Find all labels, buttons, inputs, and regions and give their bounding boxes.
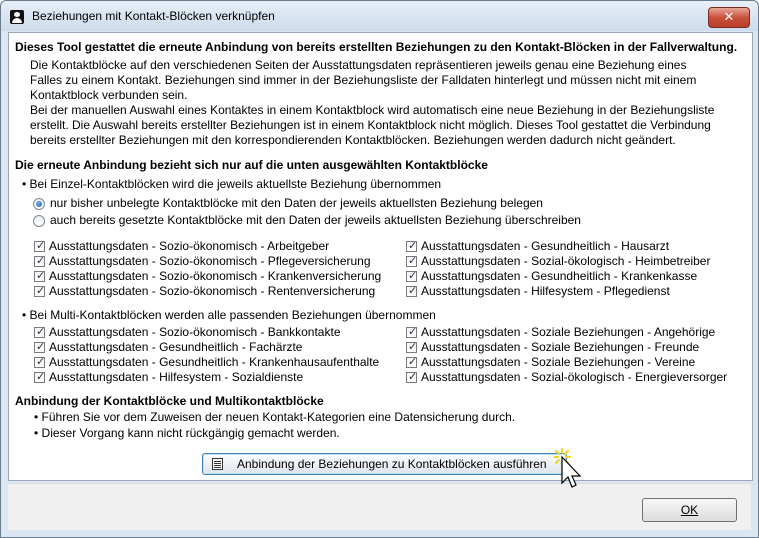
checkbox[interactable]: ✓ bbox=[406, 255, 418, 267]
checkbox-label[interactable]: Ausstattungsdaten - Soziale Beziehungen … bbox=[421, 340, 699, 354]
intro-line: bereits erstellter Beziehungen mit den k… bbox=[30, 133, 676, 147]
checkbox[interactable]: ✓ bbox=[406, 270, 418, 282]
multi-block-note: • Bei Multi-Kontaktblöcken werden alle p… bbox=[22, 308, 436, 322]
checkbox[interactable]: ✓ bbox=[406, 371, 418, 383]
mouse-pointer-icon bbox=[554, 448, 582, 488]
checkbox[interactable]: ✓ bbox=[34, 255, 46, 267]
list-icon bbox=[212, 458, 223, 470]
intro-line: Bei der manuellen Auswahl eines Kontakte… bbox=[30, 103, 715, 117]
ok-button[interactable]: OK bbox=[642, 498, 737, 522]
check-mark-icon: ✓ bbox=[408, 356, 418, 368]
checkbox-label[interactable]: Ausstattungsdaten - Hilfesystem - Sozial… bbox=[49, 370, 303, 384]
notes-item: • Dieser Vorgang kann nicht rückgängig g… bbox=[34, 426, 340, 440]
selection-heading: Die erneute Anbindung bezieht sich nur a… bbox=[15, 158, 488, 172]
check-mark-icon: ✓ bbox=[408, 371, 418, 383]
checkbox[interactable]: ✓ bbox=[406, 326, 418, 338]
checkbox[interactable]: ✓ bbox=[34, 371, 46, 383]
intro-line: Die Kontaktblöcke auf den verschiedenen … bbox=[30, 58, 687, 72]
execute-binding-button[interactable]: Anbindung der Beziehungen zu Kontaktblöc… bbox=[202, 453, 567, 475]
radio-label-overwrite[interactable]: auch bereits gesetzte Kontaktblöcke mit … bbox=[50, 213, 581, 227]
checkbox[interactable]: ✓ bbox=[34, 270, 46, 282]
checkbox-label[interactable]: Ausstattungsdaten - Sozio-ökonomisch - P… bbox=[49, 254, 371, 268]
dialog-footer: OK bbox=[8, 483, 751, 530]
check-mark-icon: ✓ bbox=[36, 255, 46, 267]
checkbox-label[interactable]: Ausstattungsdaten - Gesundheitlich - Kra… bbox=[49, 355, 379, 369]
checkbox-label[interactable]: Ausstattungsdaten - Gesundheitlich - Fac… bbox=[49, 340, 302, 354]
notes-heading: Anbindung der Kontaktblöcke und Multikon… bbox=[15, 394, 324, 408]
radio-fill-empty[interactable] bbox=[33, 198, 45, 210]
checkbox-label[interactable]: Ausstattungsdaten - Sozio-ökonomisch - B… bbox=[49, 325, 341, 339]
check-mark-icon: ✓ bbox=[408, 285, 418, 297]
checkbox-label[interactable]: Ausstattungsdaten - Soziale Beziehungen … bbox=[421, 325, 715, 339]
check-mark-icon: ✓ bbox=[36, 341, 46, 353]
radio-selected-dot bbox=[36, 201, 42, 207]
checkbox[interactable]: ✓ bbox=[406, 285, 418, 297]
user-icon bbox=[10, 10, 24, 24]
check-mark-icon: ✓ bbox=[36, 285, 46, 297]
check-mark-icon: ✓ bbox=[36, 240, 46, 252]
checkbox[interactable]: ✓ bbox=[406, 341, 418, 353]
single-block-note: • Bei Einzel-Kontaktblöcken wird die jew… bbox=[22, 177, 442, 191]
check-mark-icon: ✓ bbox=[36, 326, 46, 338]
checkbox-label[interactable]: Ausstattungsdaten - Sozio-ökonomisch - A… bbox=[49, 239, 329, 253]
radio-overwrite[interactable] bbox=[33, 215, 45, 227]
execute-binding-label: Anbindung der Beziehungen zu Kontaktblöc… bbox=[237, 457, 547, 471]
title-bar[interactable]: Beziehungen mit Kontakt-Blöcken verknüpf… bbox=[1, 1, 758, 31]
checkbox-label[interactable]: Ausstattungsdaten - Sozial-ökologisch - … bbox=[421, 370, 727, 384]
check-mark-icon: ✓ bbox=[408, 326, 418, 338]
check-mark-icon: ✓ bbox=[36, 356, 46, 368]
checkbox-label[interactable]: Ausstattungsdaten - Hilfesystem - Pflege… bbox=[421, 284, 670, 298]
intro-line: Kontaktblock verbunden sein. bbox=[30, 88, 188, 102]
dialog-content: Dieses Tool gestattet die erneute Anbind… bbox=[8, 32, 753, 481]
check-mark-icon: ✓ bbox=[408, 341, 418, 353]
checkbox-label[interactable]: Ausstattungsdaten - Sozial-ökologisch - … bbox=[421, 254, 710, 268]
intro-heading: Dieses Tool gestattet die erneute Anbind… bbox=[15, 40, 738, 54]
checkbox[interactable]: ✓ bbox=[34, 285, 46, 297]
intro-line: Falles zu einem Kontakt. Beziehungen sin… bbox=[30, 73, 697, 87]
checkbox[interactable]: ✓ bbox=[34, 341, 46, 353]
close-button[interactable]: ✕ bbox=[708, 7, 750, 28]
intro-line: erstellt. Die Auswahl bereits erstellter… bbox=[30, 118, 711, 132]
checkbox-label[interactable]: Ausstattungsdaten - Sozio-ökonomisch - K… bbox=[49, 269, 381, 283]
notes-item: • Führen Sie vor dem Zuweisen der neuen … bbox=[34, 410, 516, 424]
checkbox-label[interactable]: Ausstattungsdaten - Gesundheitlich - Hau… bbox=[421, 239, 669, 253]
checkbox[interactable]: ✓ bbox=[406, 356, 418, 368]
checkbox[interactable]: ✓ bbox=[34, 240, 46, 252]
checkbox[interactable]: ✓ bbox=[34, 356, 46, 368]
check-mark-icon: ✓ bbox=[408, 255, 418, 267]
radio-label-fill-empty[interactable]: nur bisher unbelegte Kontaktblöcke mit d… bbox=[50, 196, 543, 210]
checkbox[interactable]: ✓ bbox=[406, 240, 418, 252]
check-mark-icon: ✓ bbox=[408, 270, 418, 282]
dialog-window: Beziehungen mit Kontakt-Blöcken verknüpf… bbox=[0, 0, 759, 538]
check-mark-icon: ✓ bbox=[36, 371, 46, 383]
check-mark-icon: ✓ bbox=[36, 270, 46, 282]
checkbox-label[interactable]: Ausstattungsdaten - Gesundheitlich - Kra… bbox=[421, 269, 697, 283]
checkbox[interactable]: ✓ bbox=[34, 326, 46, 338]
window-title: Beziehungen mit Kontakt-Blöcken verknüpf… bbox=[32, 9, 275, 23]
checkbox-label[interactable]: Ausstattungsdaten - Sozio-ökonomisch - R… bbox=[49, 284, 375, 298]
intro-text: Die Kontaktblöcke auf den verschiedenen … bbox=[30, 58, 740, 148]
checkbox-label[interactable]: Ausstattungsdaten - Soziale Beziehungen … bbox=[421, 355, 695, 369]
check-mark-icon: ✓ bbox=[408, 240, 418, 252]
